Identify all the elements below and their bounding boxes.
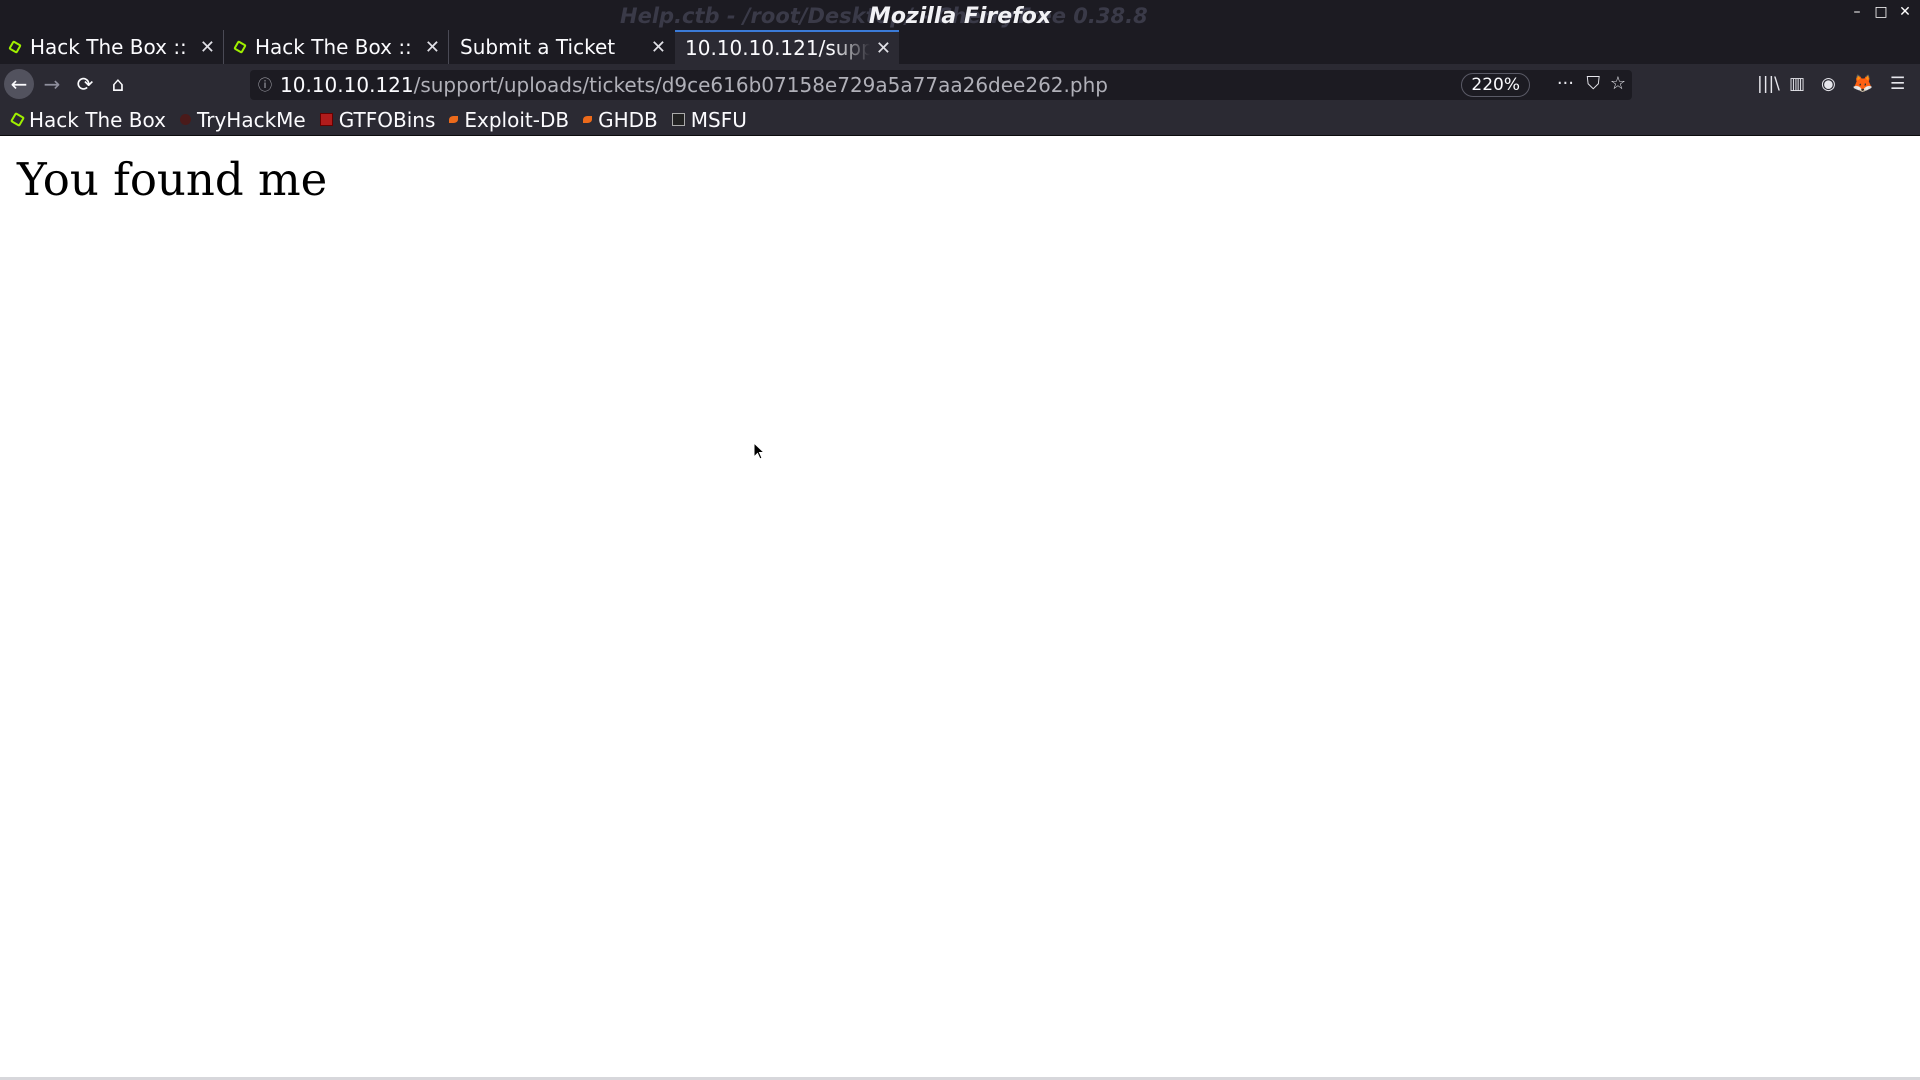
forward-button[interactable]: → [37, 69, 67, 99]
tab-hack-the-box-2[interactable]: Hack The Box :: H ✕ [225, 30, 449, 64]
tab-active-php[interactable]: 10.10.10.121/suppo ✕ [675, 30, 899, 64]
close-tab-icon[interactable]: ✕ [651, 37, 666, 58]
bookmark-exploit-db[interactable]: Exploit-DB [449, 108, 569, 132]
close-tab-icon[interactable]: ✕ [425, 37, 440, 58]
extension-icon[interactable]: 🦊 [1852, 74, 1873, 94]
htb-cube-icon [9, 111, 26, 128]
tab-submit-ticket[interactable]: Submit a Ticket ✕ [450, 30, 674, 64]
msfu-icon [671, 113, 685, 126]
tab-label: Hack The Box :: M [30, 35, 194, 59]
menu-icon[interactable]: ☰ [1890, 74, 1905, 94]
url-path: /support/uploads/tickets/d9ce616b07158e7… [413, 73, 1108, 97]
zoom-indicator[interactable]: 220% [1461, 73, 1530, 97]
window-title: Mozilla Firefox [868, 4, 1052, 29]
maximize-icon[interactable]: □ [1874, 5, 1888, 19]
window-controls: – □ ✕ [1850, 5, 1912, 19]
bookmark-tryhackme[interactable]: TryHackMe [179, 107, 306, 132]
url-host: 10.10.10.121 [280, 73, 414, 97]
close-tab-icon[interactable]: ✕ [200, 37, 215, 58]
bookmark-msfu[interactable]: MSFU [671, 107, 747, 132]
back-button[interactable]: ← [4, 69, 34, 99]
bookmark-ghdb[interactable]: GHDB [583, 108, 658, 132]
window-titlebar: Help.ctb - /root/Desktop/ - CherryTree 0… [0, 0, 1920, 30]
tab-label: Hack The Box :: H [255, 35, 419, 59]
url-bar[interactable]: ⓘ 10.10.10.121/support/uploads/tickets/d… [250, 70, 1632, 100]
bookmark-hack-the-box[interactable]: Hack The Box [9, 107, 166, 132]
bookmark-star-icon[interactable]: ☆ [1610, 73, 1626, 94]
tab-hack-the-box-1[interactable]: Hack The Box :: M ✕ [0, 30, 224, 64]
account-icon[interactable]: ◉ [1821, 74, 1836, 94]
exploit-db-icon [449, 116, 459, 123]
close-tab-icon[interactable]: ✕ [876, 38, 891, 59]
page-content: You found me [0, 137, 1920, 1077]
tryhackme-icon [179, 114, 191, 125]
bookmarks-toolbar: Hack The Box TryHackMe GTFOBins Exploit-… [0, 104, 1920, 136]
bookmark-label: Hack The Box [29, 107, 166, 132]
reload-button[interactable]: ⟳ [70, 69, 100, 99]
library-icon[interactable]: |||\ [1757, 74, 1780, 94]
sidebar-icon[interactable]: ▥ [1789, 74, 1805, 94]
minimize-icon[interactable]: – [1850, 5, 1864, 19]
bookmark-label: GTFOBins [338, 107, 436, 132]
bookmark-gtfobins[interactable]: GTFOBins [319, 107, 436, 132]
bookmark-label: TryHackMe [196, 107, 306, 132]
htb-cube-icon [233, 40, 247, 54]
page-actions-icon[interactable]: ··· [1557, 73, 1574, 94]
bookmark-label: Exploit-DB [464, 107, 570, 132]
navigation-toolbar: ← → ⟳ ⌂ ⓘ 10.10.10.121/support/uploads/t… [0, 64, 1920, 104]
page-heading: You found me [17, 153, 328, 206]
home-button[interactable]: ⌂ [103, 69, 133, 99]
bookmark-label: MSFU [690, 107, 747, 132]
bookmark-label: GHDB [598, 107, 658, 132]
gtfobins-icon [319, 113, 333, 126]
mouse-cursor-icon [753, 442, 766, 460]
htb-cube-icon [8, 40, 22, 54]
ghdb-icon [583, 116, 593, 123]
close-window-icon[interactable]: ✕ [1898, 5, 1912, 19]
pocket-icon[interactable]: ⛉ [1587, 73, 1601, 94]
tab-bar: Hack The Box :: M ✕ Hack The Box :: H ✕ … [0, 30, 1920, 91]
tab-label: 10.10.10.121/suppo [685, 36, 870, 60]
tab-label: Submit a Ticket [460, 35, 616, 59]
info-icon[interactable]: ⓘ [258, 75, 280, 95]
